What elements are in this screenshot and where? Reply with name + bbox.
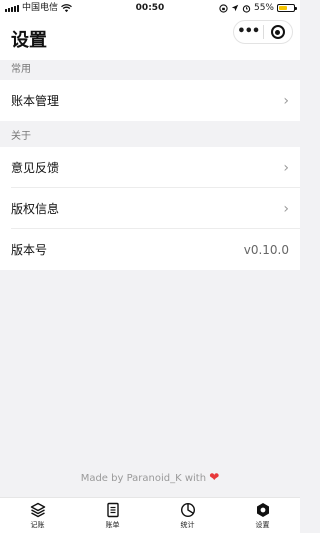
more-options-button[interactable]: •••: [234, 22, 263, 42]
tab-bar: 记账 账单 统计 设置: [0, 497, 300, 533]
battery-icon: [277, 4, 297, 12]
row-label: 版本号: [11, 243, 48, 257]
status-right: 55%: [219, 0, 297, 16]
tab-label: 设置: [255, 521, 270, 529]
section-header-common: 常用: [11, 64, 31, 75]
layers-icon: [30, 502, 45, 518]
tab-settings[interactable]: 设置: [225, 498, 300, 533]
pie-chart-icon: [180, 502, 195, 518]
document-icon: [106, 502, 119, 518]
tab-bills[interactable]: 账单: [75, 498, 150, 533]
mini-program-capsule: •••: [233, 20, 293, 44]
alarm-icon: [242, 4, 251, 13]
tab-label: 账单: [105, 521, 120, 529]
row-feedback[interactable]: 意见反馈 ›: [0, 147, 300, 188]
row-copyright[interactable]: 版权信息 ›: [0, 188, 300, 229]
close-mini-program-button[interactable]: [264, 25, 293, 39]
heart-icon: ❤: [209, 470, 220, 484]
chevron-right-icon: ›: [283, 92, 289, 109]
location-icon: [231, 4, 239, 12]
section-header-about: 关于: [11, 131, 31, 142]
status-bar: 中国电信 00:50 55%: [0, 0, 300, 16]
tab-record[interactable]: 记账: [0, 498, 75, 533]
chevron-right-icon: ›: [283, 159, 289, 176]
credit-text: Made by Paranoid_K with: [80, 473, 207, 484]
target-icon: [270, 25, 285, 39]
row-label: 意见反馈: [11, 161, 60, 175]
tab-label: 记账: [30, 521, 45, 529]
chevron-right-icon: ›: [283, 200, 289, 217]
tab-label: 统计: [180, 521, 195, 529]
row-label: 版权信息: [11, 202, 60, 216]
orientation-lock-icon: [219, 3, 228, 13]
row-version: 版本号 v0.10.0: [0, 229, 300, 270]
tab-statistics[interactable]: 统计: [150, 498, 225, 533]
row-ledger-management[interactable]: 账本管理 ›: [0, 80, 300, 121]
row-label: 账本管理: [11, 94, 60, 108]
settings-screen: 中国电信 00:50 55% 设置 ••• 常用 账本管理 › 关于 意见反馈 …: [0, 0, 300, 533]
battery-percent: 55%: [253, 3, 274, 13]
navigation-bar: 设置 •••: [0, 16, 300, 60]
footer-credit: Made by Paranoid_K with ❤: [0, 470, 300, 484]
version-value: v0.10.0: [243, 242, 289, 257]
page-title: 设置: [11, 30, 47, 51]
hexagon-settings-icon: [256, 503, 269, 517]
